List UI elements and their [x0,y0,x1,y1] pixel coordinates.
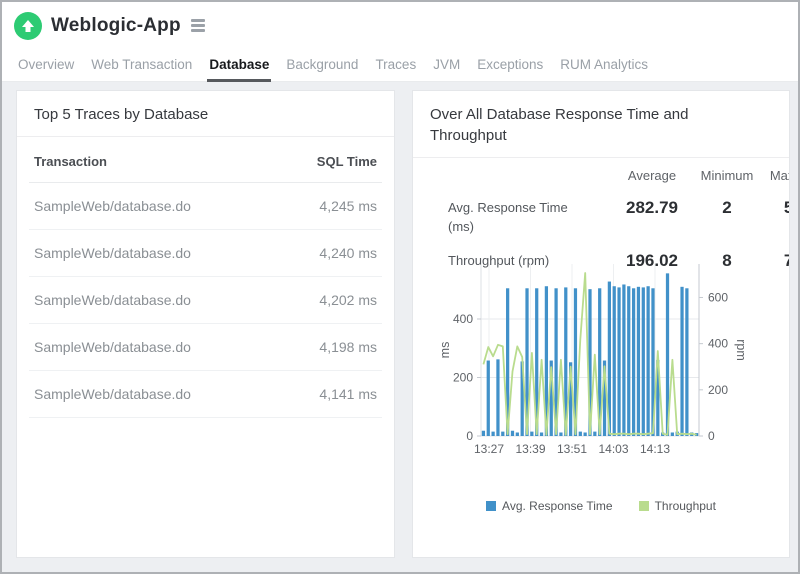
divider [413,157,789,158]
table-row[interactable]: SampleWeb/database.do 4,198 ms [29,324,382,371]
tab-bar: Overview Web Transaction Database Backgr… [2,49,798,82]
tab-database[interactable]: Database [207,49,271,82]
legend-swatch-bar [486,501,496,511]
transaction-name[interactable]: SampleWeb/database.do [34,245,191,261]
stats-header-minimum: Minimum [696,168,758,183]
legend-label: Avg. Response Time [502,499,613,513]
svg-text:200: 200 [708,383,728,397]
transaction-name[interactable]: SampleWeb/database.do [34,292,191,308]
svg-text:0: 0 [708,429,715,443]
panel-title: Top 5 Traces by Database [17,91,394,136]
avg-response-maximum: 556 [758,198,790,218]
tab-jvm[interactable]: JVM [431,49,462,82]
svg-text:14:03: 14:03 [598,442,628,456]
table-row[interactable]: SampleWeb/database.do 4,141 ms [29,371,382,418]
sql-time-value: 4,141 ms [319,386,377,402]
trace-table: Transaction SQL Time SampleWeb/database.… [29,137,382,418]
svg-text:rpm: rpm [734,339,748,361]
table-row[interactable]: SampleWeb/database.do 4,240 ms [29,230,382,277]
tab-rum-analytics[interactable]: RUM Analytics [558,49,650,82]
svg-text:14:13: 14:13 [640,442,670,456]
stats-table: Average Minimum Maximum Avg. Response Ti… [413,168,790,271]
sql-time-value: 4,245 ms [319,198,377,214]
legend-swatch-line [639,501,649,511]
tab-exceptions[interactable]: Exceptions [475,49,545,82]
svg-text:13:39: 13:39 [515,442,545,456]
app-header: Weblogic-App [2,2,798,49]
trace-table-body: SampleWeb/database.do 4,245 ms SampleWeb… [29,183,382,418]
content-area: Top 5 Traces by Database Transaction SQL… [2,82,798,572]
avg-response-minimum: 2 [696,198,758,218]
legend-label: Throughput [655,499,716,513]
app-title: Weblogic-App [51,15,181,37]
panel-title: Over All Database Response Time and Thro… [413,91,723,157]
app-window: Weblogic-App Overview Web Transaction Da… [0,0,800,574]
sql-time-value: 4,198 ms [319,339,377,355]
transaction-name[interactable]: SampleWeb/database.do [34,198,191,214]
legend-item[interactable]: Throughput [639,499,716,513]
db-overview-panel: Over All Database Response Time and Thro… [412,90,790,558]
svg-text:13:51: 13:51 [557,442,587,456]
response-throughput-chart[interactable]: 0 200 400 600 0 200 400 13:27 13:39 13:51 14:03 14:… [439,257,771,469]
svg-text:200: 200 [453,370,473,384]
table-row[interactable]: SampleWeb/database.do 4,245 ms [29,183,382,230]
col-sql-time: SQL Time [317,154,377,169]
tab-traces[interactable]: Traces [373,49,418,82]
tab-web-transaction[interactable]: Web Transaction [89,49,194,82]
transaction-name[interactable]: SampleWeb/database.do [34,386,191,402]
table-row[interactable]: SampleWeb/database.do 4,202 ms [29,277,382,324]
avg-response-average: 282.79 [608,198,696,218]
svg-text:0: 0 [466,429,473,443]
up-arrow-icon [21,19,35,33]
chart-legend: Avg. Response Time Throughput [413,499,789,513]
col-transaction: Transaction [34,154,107,169]
svg-text:ms: ms [439,342,452,359]
transaction-name[interactable]: SampleWeb/database.do [34,339,191,355]
stats-header-maximum: Maximum [758,168,790,183]
svg-text:400: 400 [453,312,473,326]
stats-row-label: Avg. Response Time (ms) [448,198,608,236]
tab-background[interactable]: Background [284,49,360,82]
svg-text:600: 600 [708,290,728,304]
legend-item[interactable]: Avg. Response Time [486,499,613,513]
tab-overview[interactable]: Overview [16,49,76,82]
sql-time-value: 4,202 ms [319,292,377,308]
menu-icon[interactable] [188,16,208,35]
svg-text:400: 400 [708,337,728,351]
stats-header-average: Average [608,168,696,183]
sql-time-value: 4,240 ms [319,245,377,261]
trace-table-header: Transaction SQL Time [29,137,382,183]
app-status-icon [14,12,42,40]
top-traces-panel: Top 5 Traces by Database Transaction SQL… [16,90,395,558]
svg-text:13:27: 13:27 [474,442,504,456]
